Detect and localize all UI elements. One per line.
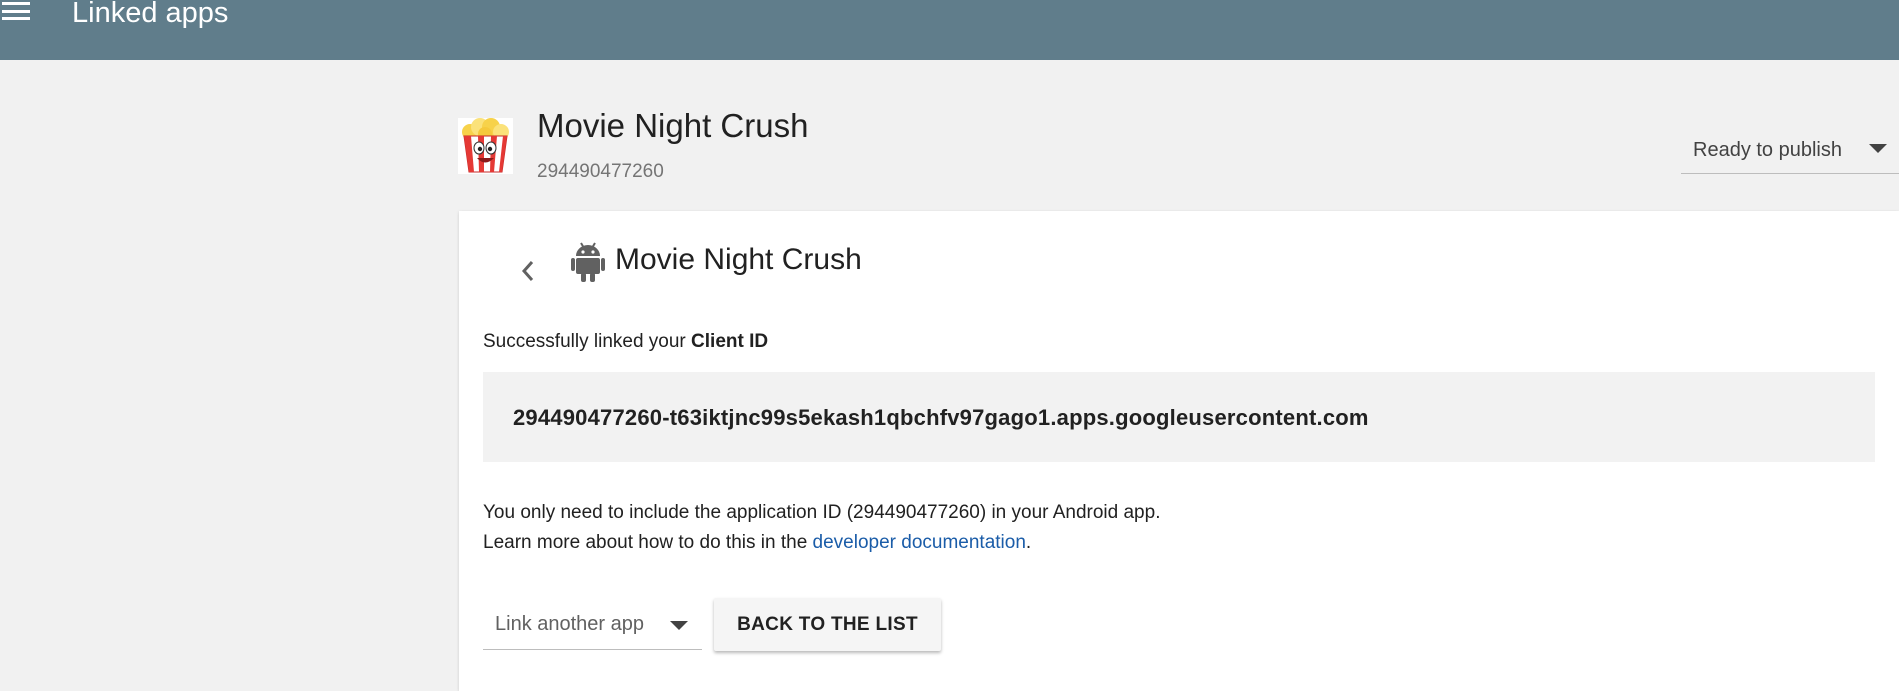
learn-more-prefix: Learn more about how to do this in the [483,532,813,553]
chevron-left-icon [521,261,534,281]
link-another-app-label: Link another app [495,613,645,635]
back-button[interactable] [513,249,543,293]
back-to-list-button[interactable]: BACK TO THE LIST [714,598,941,651]
learn-more-suffix: . [1025,532,1032,553]
publish-status-dropdown[interactable]: Ready to publish [1681,128,1899,174]
client-id-label: Client ID [691,331,769,352]
developer-documentation-link[interactable]: developer documentation [813,532,1026,553]
client-id-value: 294490477260-t63iktjnc99s5ekash1qbchfv97… [513,405,1369,430]
app-id: 294490477260 [537,161,664,182]
app-id-info: You only need to include the application… [483,502,1161,523]
linked-app-title: Movie Night Crush [615,243,862,276]
link-another-app-dropdown[interactable]: Link another app [483,600,702,650]
dropdown-arrow-icon [670,621,688,630]
popcorn-bucket-icon [458,118,513,174]
client-id-box: 294490477260-t63iktjnc99s5ekash1qbchfv97… [483,372,1875,462]
dropdown-arrow-icon [1869,144,1887,153]
app-name: Movie Night Crush [537,107,809,144]
top-app-bar: Linked apps [0,0,1899,60]
page-title: Linked apps [72,0,229,29]
learn-more-text: Learn more about how to do this in the d… [483,532,1031,554]
success-message: Successfully linked your Client ID [483,331,768,353]
android-icon [571,241,605,283]
hamburger-menu-icon[interactable] [2,0,30,22]
publish-status-label: Ready to publish [1693,139,1842,161]
success-message-text: Successfully linked your [483,331,692,352]
linked-app-detail-card: Movie Night Crush Successfully linked yo… [459,211,1899,691]
